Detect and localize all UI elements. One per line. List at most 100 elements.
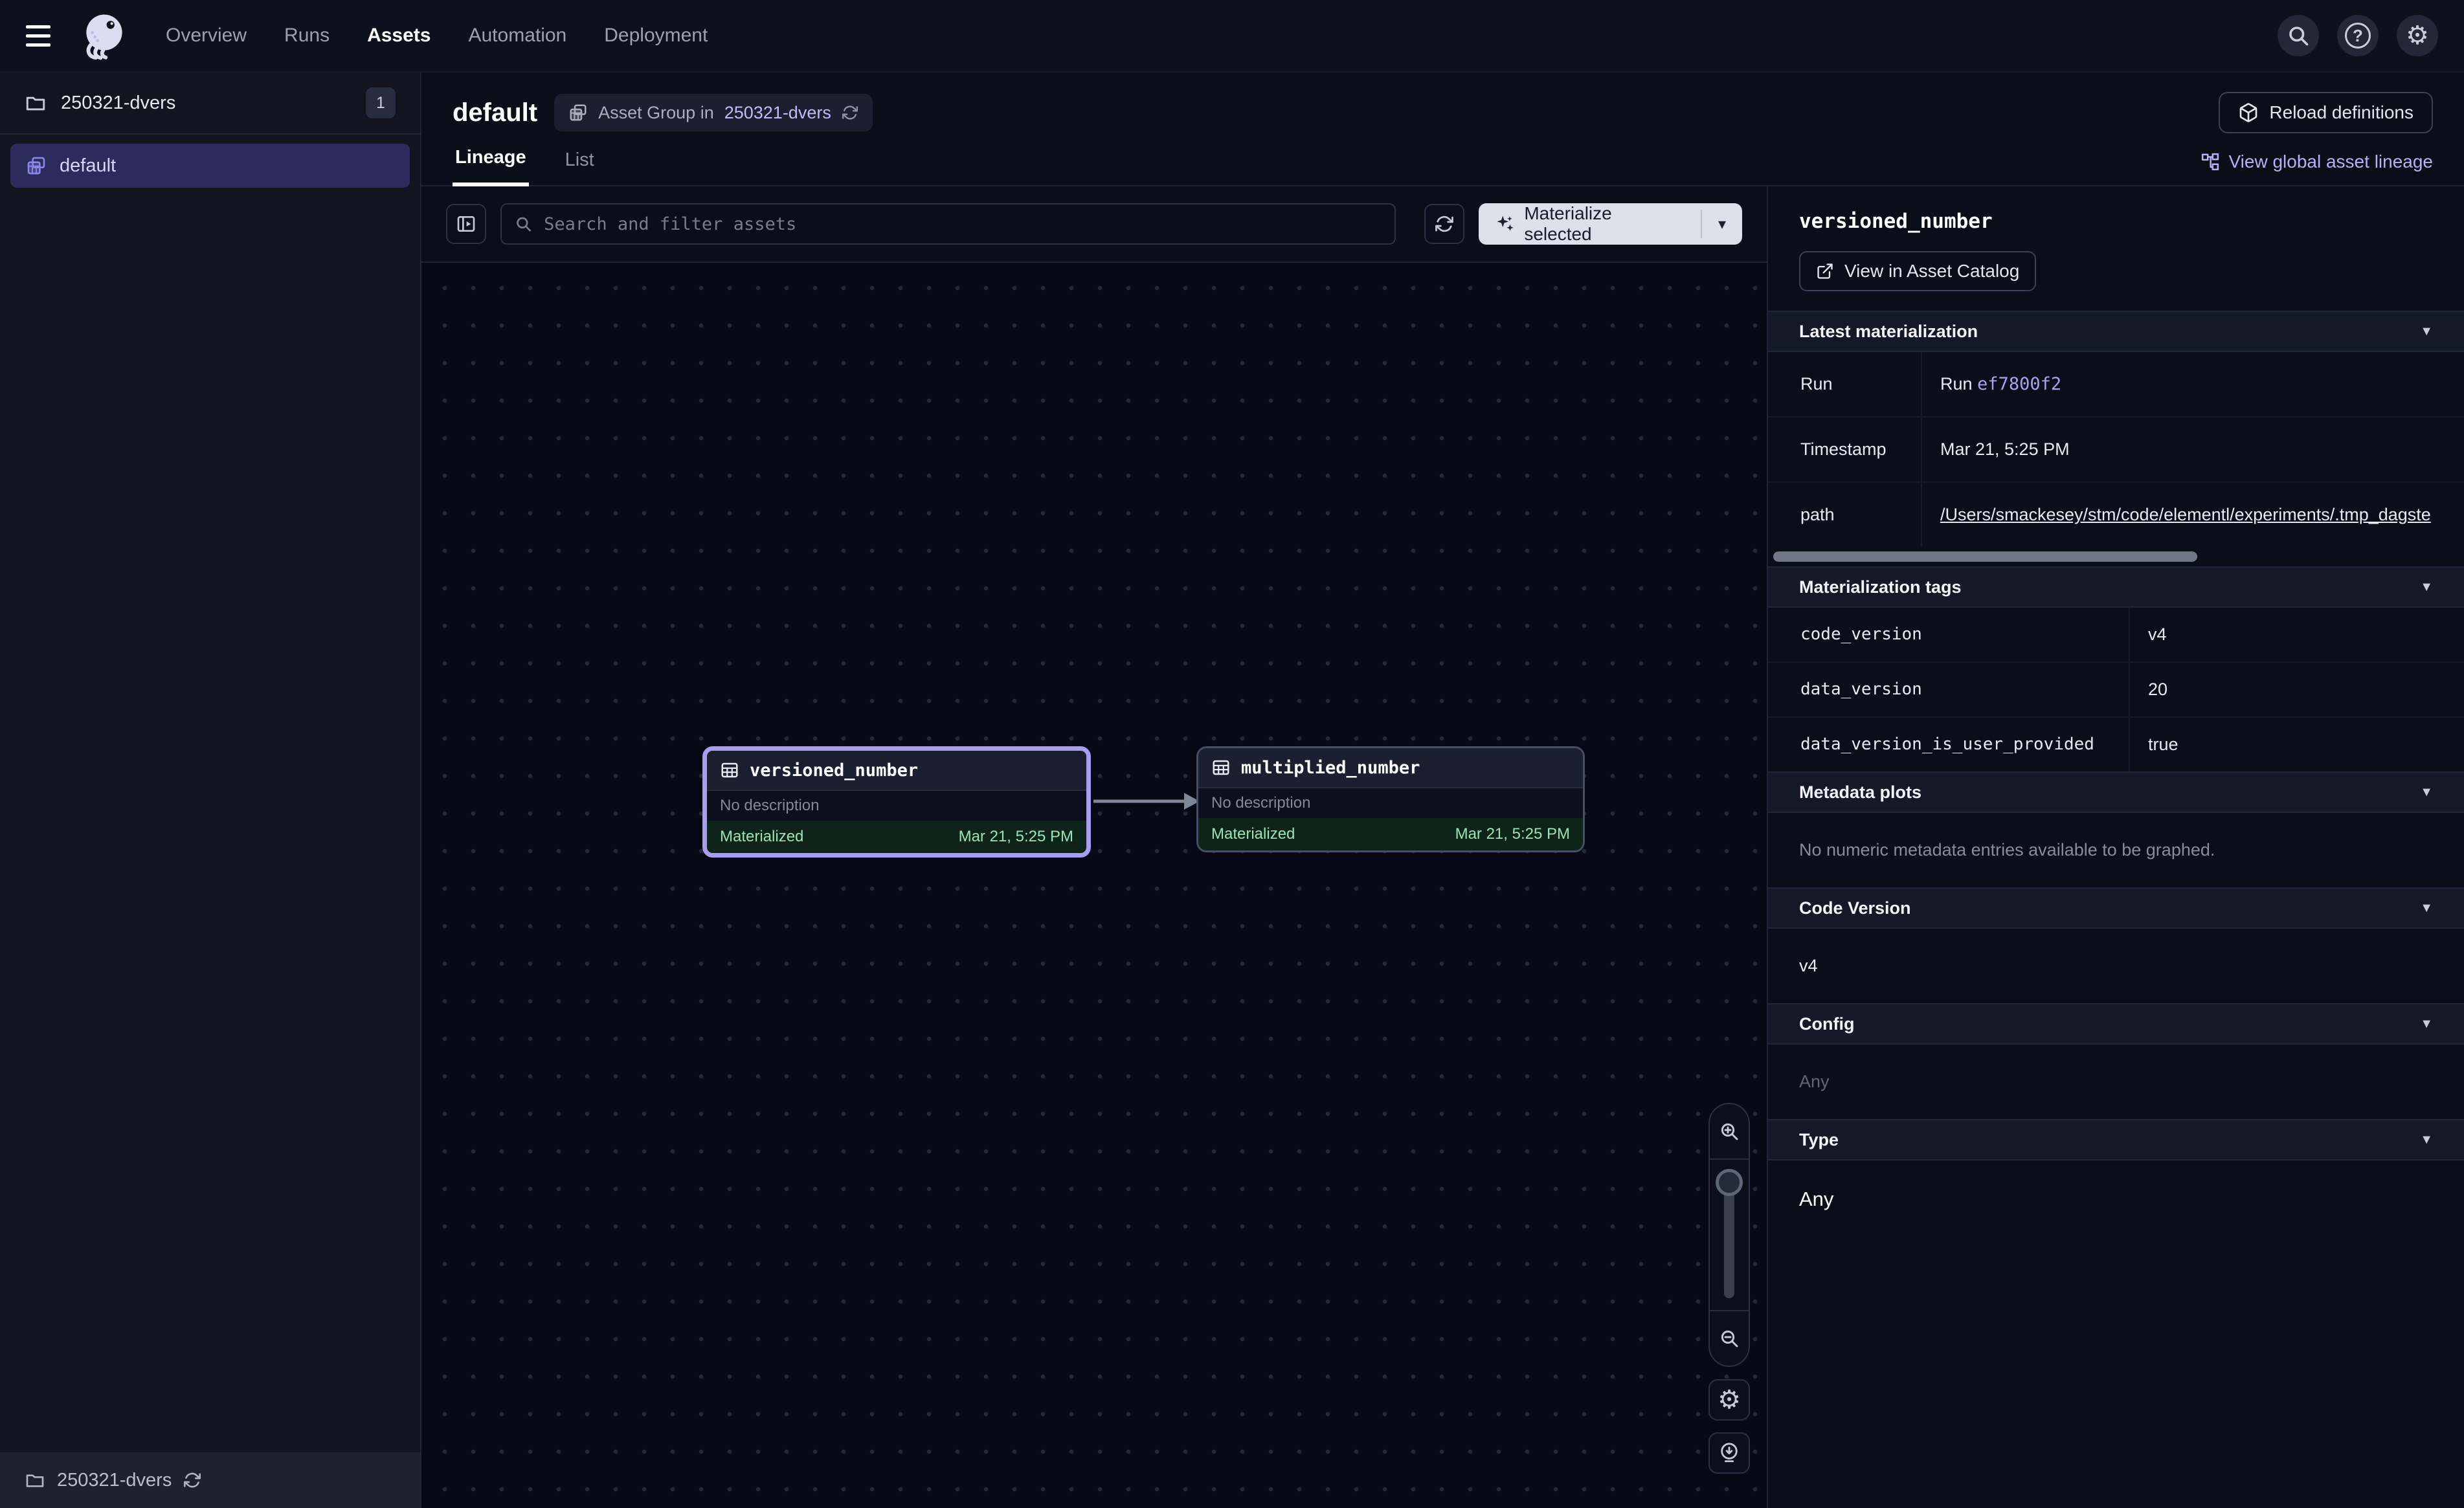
toggle-sidebar-button[interactable]	[446, 204, 486, 244]
top-navbar: Overview Runs Assets Automation Deployme…	[0, 0, 2464, 72]
view-in-asset-catalog-button[interactable]: View in Asset Catalog	[1799, 251, 2036, 291]
metadata-plots-empty-message: No numeric metadata entries available to…	[1768, 813, 2464, 887]
asset-group-icon	[26, 155, 47, 176]
chevron-down-icon: ▼	[2420, 324, 2433, 339]
status-badge: Materialized	[1211, 825, 1295, 843]
download-icon	[1718, 1442, 1740, 1464]
lineage-icon	[2201, 152, 2220, 172]
sidebar-group-name: 250321-dvers	[61, 93, 175, 114]
asset-node-multiplied-number[interactable]: multiplied_number No description Materia…	[1196, 746, 1585, 852]
nav-item-deployment[interactable]: Deployment	[604, 25, 708, 47]
row-value: Run ef7800f2	[1922, 352, 2464, 416]
sparkle-icon	[1495, 214, 1515, 234]
lineage-edge	[1088, 779, 1202, 823]
settings-button[interactable]: ⚙	[2397, 15, 2438, 56]
tag-key: data_version	[1768, 663, 2130, 716]
download-graph-button[interactable]	[1708, 1432, 1750, 1474]
sidebar-group-row[interactable]: 250321-dvers 1	[0, 72, 420, 135]
section-header-config[interactable]: Config ▼	[1768, 1003, 2464, 1045]
section-header-type[interactable]: Type ▼	[1768, 1119, 2464, 1160]
tab-lineage[interactable]: Lineage	[453, 147, 529, 186]
folder-icon	[25, 92, 47, 114]
materialize-dropdown-button[interactable]: ▾	[1702, 203, 1742, 245]
nav-item-overview[interactable]: Overview	[166, 25, 247, 47]
asset-search-input[interactable]	[543, 214, 1382, 235]
table-row: Timestamp Mar 21, 5:25 PM	[1768, 417, 2464, 483]
zoom-in-icon	[1719, 1121, 1740, 1142]
zoom-out-icon	[1719, 1328, 1740, 1349]
help-icon: ?	[2345, 23, 2371, 49]
asset-node-description: No description	[707, 791, 1086, 821]
view-global-lineage-link[interactable]: View global asset lineage	[2201, 151, 2433, 185]
nav-item-runs[interactable]: Runs	[284, 25, 330, 47]
run-id-link[interactable]: ef7800f2	[1977, 374, 2061, 394]
tag-value: 20	[2130, 663, 2464, 716]
asset-node-name: multiplied_number	[1241, 758, 1420, 778]
row-value: /Users/smackesey/stm/code/elementl/exper…	[1922, 483, 2464, 547]
nav-item-assets[interactable]: Assets	[367, 25, 431, 47]
section-header-materialization-tags[interactable]: Materialization tags ▼	[1768, 566, 2464, 608]
zoom-controls	[1708, 1103, 1750, 1367]
sync-icon[interactable]	[183, 1471, 201, 1489]
table-row: data_version_is_user_provided true	[1768, 718, 2464, 771]
graph-settings-button[interactable]: ⚙	[1708, 1379, 1750, 1421]
asset-groups-sidebar: 250321-dvers 1 default 250321-dvers	[0, 72, 421, 1508]
table-row: Run Run ef7800f2	[1768, 352, 2464, 417]
table-row: path /Users/smackesey/stm/code/elementl/…	[1768, 483, 2464, 547]
gear-icon: ⚙	[2406, 23, 2429, 49]
asset-group-badge: Asset Group in 250321-dvers	[554, 94, 873, 131]
sync-icon[interactable]	[842, 104, 858, 121]
tab-list[interactable]: List	[563, 150, 597, 185]
menu-icon[interactable]	[26, 19, 60, 52]
search-icon	[2287, 24, 2310, 47]
external-link-icon	[1816, 262, 1834, 280]
section-header-latest-materialization[interactable]: Latest materialization ▼	[1768, 311, 2464, 352]
zoom-slider	[1710, 1160, 1749, 1310]
code-version-value: v4	[1768, 929, 2464, 1003]
zoom-slider-handle[interactable]	[1716, 1169, 1743, 1196]
type-value: Any	[1768, 1160, 2464, 1238]
chevron-down-icon: ▼	[2420, 785, 2433, 800]
row-value: Mar 21, 5:25 PM	[1922, 417, 2464, 482]
status-timestamp: Mar 21, 5:25 PM	[1455, 825, 1570, 843]
search-button[interactable]	[2278, 15, 2319, 56]
tag-value: true	[2130, 718, 2464, 771]
tag-key: data_version_is_user_provided	[1768, 718, 2130, 771]
table-icon	[1211, 758, 1231, 777]
page-header: default Asset Group in 250321-dvers Relo…	[421, 72, 2464, 137]
row-key: path	[1768, 483, 1922, 547]
status-badge: Materialized	[720, 828, 803, 846]
latest-materialization-table: Run Run ef7800f2 Timestamp Mar 21, 5:25 …	[1768, 352, 2464, 547]
table-icon	[720, 760, 739, 780]
config-value: Any	[1768, 1045, 2464, 1119]
asset-details-panel: versioned_number View in Asset Catalog L…	[1767, 186, 2464, 1508]
sidebar-footer[interactable]: 250321-dvers	[0, 1452, 420, 1508]
asset-group-icon	[568, 103, 588, 122]
row-key: Run	[1768, 352, 1922, 416]
materialize-split-button: Materialize selected ▾	[1479, 203, 1742, 245]
chevron-down-icon: ▼	[2420, 1017, 2433, 1032]
help-button[interactable]: ?	[2337, 15, 2379, 56]
reload-definitions-button[interactable]: Reload definitions	[2219, 92, 2433, 133]
sidebar-item-label: default	[60, 155, 116, 177]
nav-item-automation[interactable]: Automation	[468, 25, 566, 47]
section-header-code-version[interactable]: Code Version ▼	[1768, 887, 2464, 929]
zoom-out-button[interactable]	[1710, 1310, 1749, 1366]
row-key: Timestamp	[1768, 417, 1922, 482]
zoom-in-button[interactable]	[1710, 1104, 1749, 1160]
table-row: code_version v4	[1768, 608, 2464, 663]
asset-node-versioned-number[interactable]: versioned_number No description Material…	[702, 746, 1091, 858]
path-link[interactable]: /Users/smackesey/stm/code/elementl/exper…	[1940, 505, 2458, 525]
scrollbar-thumb[interactable]	[1773, 551, 2197, 562]
tabs-bar: Lineage List View global asset lineage	[421, 137, 2464, 186]
section-header-metadata-plots[interactable]: Metadata plots ▼	[1768, 771, 2464, 813]
materialize-button[interactable]: Materialize selected	[1479, 203, 1701, 245]
graph-toolbar: Materialize selected ▾	[421, 186, 1767, 263]
refresh-graph-button[interactable]	[1424, 204, 1464, 244]
sidebar-item-default[interactable]: default	[10, 144, 410, 188]
lineage-canvas[interactable]: versioned_number No description Material…	[421, 263, 1767, 1508]
badge-repo-link[interactable]: 250321-dvers	[724, 103, 831, 123]
group-count-badge: 1	[366, 87, 396, 118]
dagster-logo[interactable]	[79, 10, 129, 61]
asset-node-status-row: Materialized Mar 21, 5:25 PM	[1198, 818, 1583, 850]
